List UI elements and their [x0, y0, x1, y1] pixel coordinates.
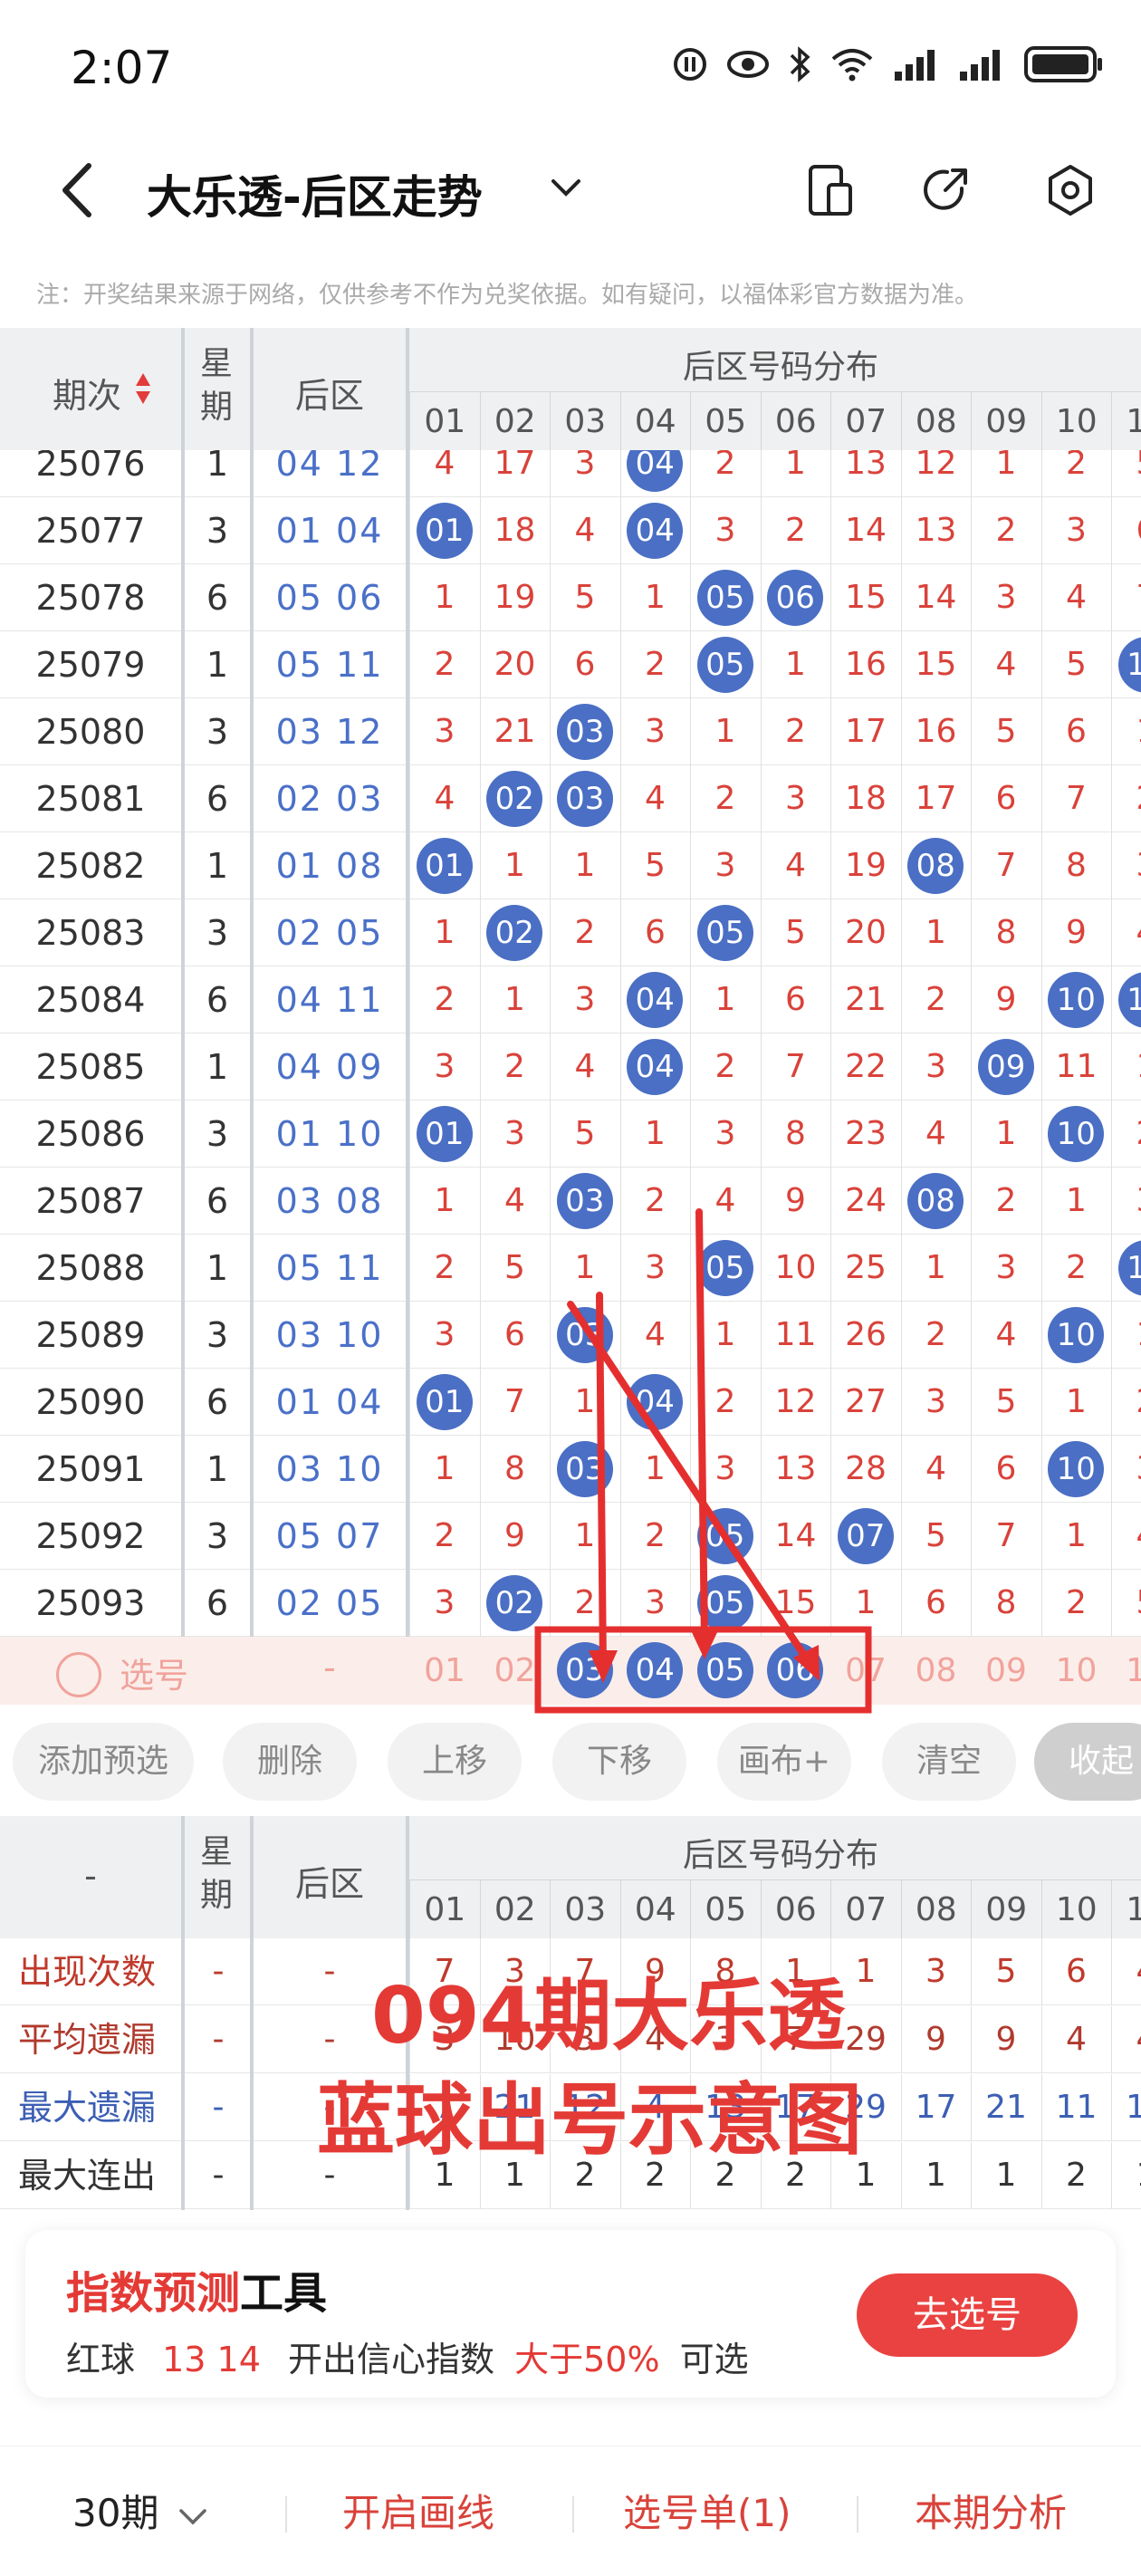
stats-week-cell: - [212, 2021, 225, 2058]
column-number: 07 [830, 1880, 901, 1939]
stats-back-cell: - [323, 1953, 336, 1990]
stats-value: 11 [1126, 2089, 1141, 2126]
stats-back-header: 后区 [294, 1864, 364, 1904]
stats-value: 5 [995, 1953, 1017, 1990]
column-number: 06 [760, 1880, 831, 1939]
column-number: 03 [550, 1880, 620, 1939]
chevron-down-icon [179, 2508, 206, 2524]
stats-week-cell: - [212, 2157, 225, 2194]
canvas-plus-button[interactable]: 画布+ [717, 1723, 851, 1801]
collapse-button[interactable]: 收起 [1034, 1723, 1141, 1801]
draw-line-button[interactable]: 开启画线 [342, 2483, 494, 2538]
column-number: 08 [900, 1880, 972, 1939]
arrow-line [567, 1301, 814, 1668]
predict-title: 指数预测工具 [66, 2268, 328, 2319]
stats-week-cell: - [212, 1953, 225, 1990]
stats-value: 6 [1066, 1953, 1087, 1990]
delete-button[interactable]: 删除 [223, 1723, 357, 1801]
divider [857, 2496, 858, 2533]
analysis-button[interactable]: 本期分析 [915, 2483, 1067, 2538]
arrow-head [690, 1629, 719, 1659]
predict-tool-card: 指数预测工具 红球 13 14 开出信心指数 大于50% 可选 去选号 [25, 2230, 1116, 2398]
overlay-caption-line2: 蓝球出号示意图 [317, 2075, 862, 2166]
stats-dash: - [84, 1856, 97, 1896]
column-number: 09 [971, 1880, 1041, 1939]
stats-value: 2 [1066, 2157, 1087, 2194]
stats-value: 21 [985, 2089, 1027, 2126]
stats-value: 4 [1111, 2006, 1141, 2073]
stats-value: 9 [925, 2021, 946, 2058]
column-number: 10 [1040, 1880, 1112, 1939]
column-number: 05 [690, 1880, 761, 1939]
stats-table-header: - 星期 后区 后区号码分布 0102030405060708091011 [0, 1816, 1141, 1939]
stats-label: 出现次数 [18, 1952, 157, 1992]
arrow-head [589, 1650, 618, 1683]
stats-value: 4 [1111, 1938, 1141, 2005]
stats-label: 平均遗漏 [18, 2020, 157, 2060]
predict-summary: 红球 13 14 开出信心指数 大于50% 可选 [66, 2340, 749, 2379]
column-separator [250, 1816, 254, 2210]
arrow-line [695, 1208, 708, 1648]
move-down-button[interactable]: 下移 [552, 1723, 686, 1801]
period-range-select[interactable]: 30期 [72, 2483, 209, 2538]
stats-label: 最大连出 [18, 2156, 157, 2196]
column-number: 02 [479, 1880, 551, 1939]
bottom-bar: 30期 开启画线 选号单(1) 本期分析 [0, 2446, 1141, 2576]
stats-value: 17 [915, 2089, 957, 2126]
edit-toolbar: 添加预选 删除 上移 下移 画布+ 清空 收起 [0, 1712, 1141, 1812]
column-number: 01 [409, 1880, 480, 1939]
divider [572, 2496, 574, 2533]
divider [285, 2496, 287, 2533]
ticket-button[interactable]: 选号单(1) [623, 2483, 791, 2538]
stats-value: 1 [1111, 2142, 1141, 2209]
stats-value: 3 [925, 1953, 946, 1990]
overlay-caption-line1: 094期大乐透 [371, 1971, 846, 2062]
stats-label: 最大遗漏 [18, 2088, 157, 2128]
move-up-button[interactable]: 上移 [388, 1723, 522, 1801]
stats-value: 1 [925, 2157, 946, 2194]
stats-value: 9 [995, 2021, 1017, 2058]
stats-value: 11 [1055, 2089, 1098, 2126]
stats-week-cell: - [212, 2089, 225, 2126]
column-number: 04 [619, 1880, 691, 1939]
clear-button[interactable]: 清空 [882, 1723, 1016, 1801]
stats-number-columns: 0102030405060708091011 [409, 1879, 1141, 1939]
stats-week-header: 星期 [199, 1833, 233, 1914]
annotation-arrows [534, 1208, 872, 1714]
stats-value: 1 [995, 2157, 1017, 2194]
column-separator [181, 1816, 185, 2210]
go-select-button[interactable]: 去选号 [857, 2273, 1078, 2357]
column-number: 11 [1111, 1880, 1141, 1939]
stats-value: 4 [1066, 2021, 1087, 2058]
add-preselect-button[interactable]: 添加预选 [13, 1723, 194, 1801]
stats-distribution-header: 后区号码分布 [682, 1837, 878, 1874]
